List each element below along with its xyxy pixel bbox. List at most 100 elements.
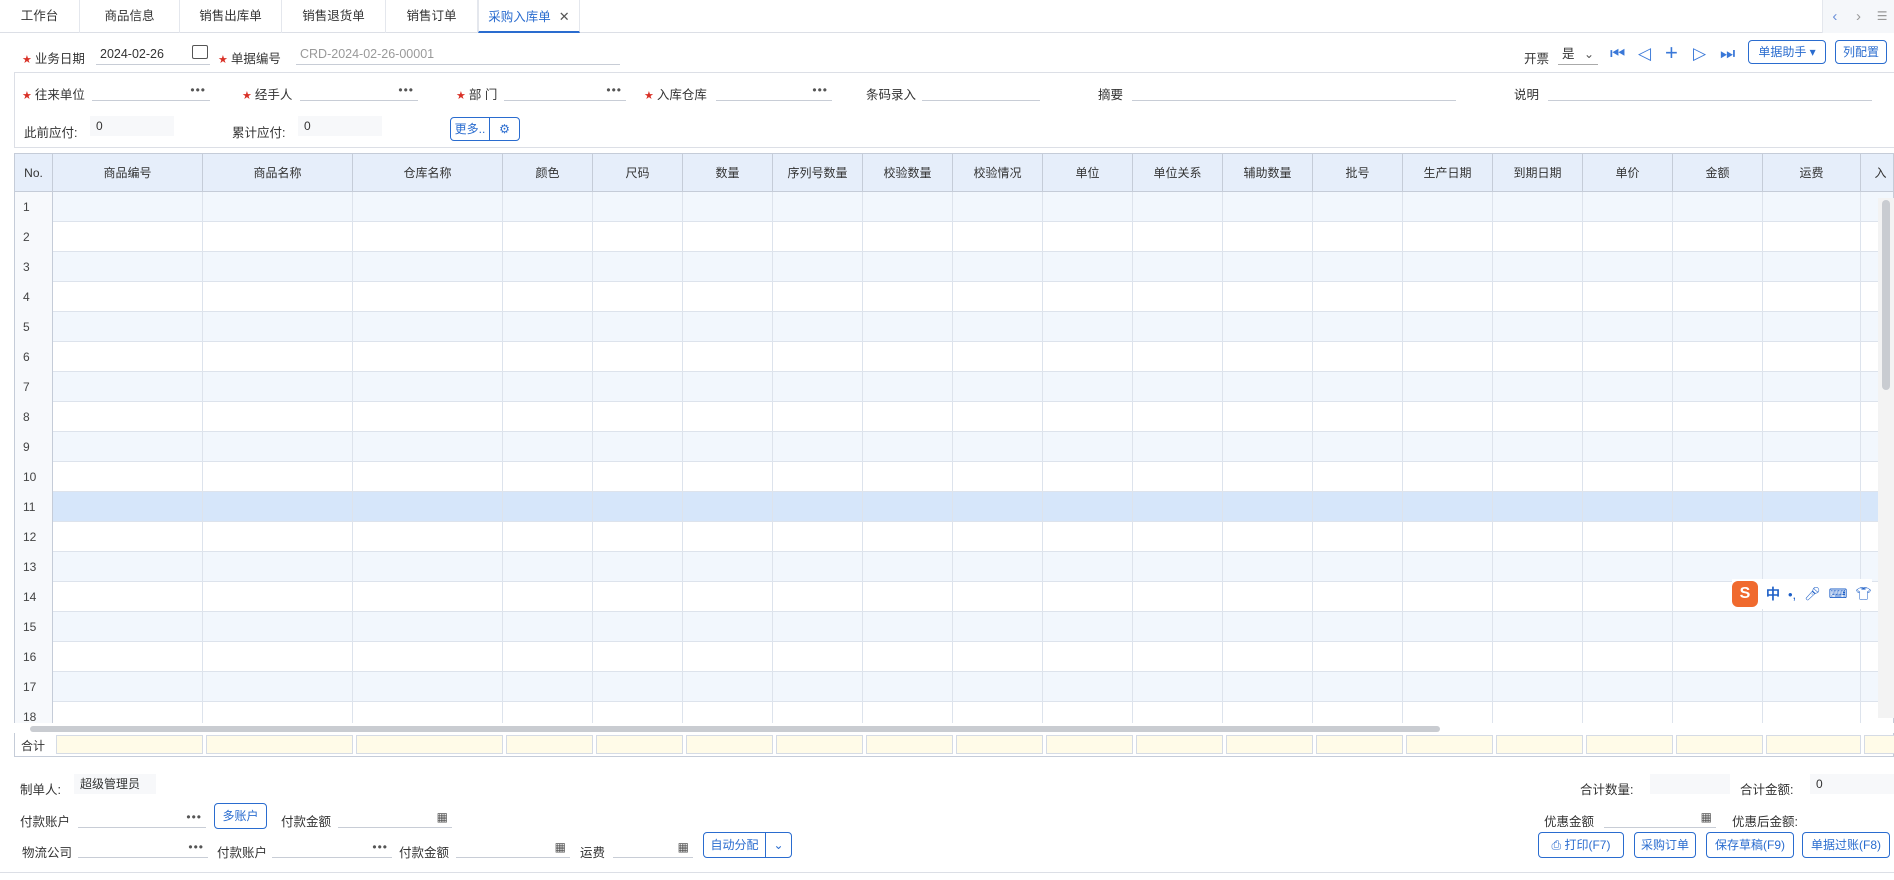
pay-amount-input[interactable]: ▦ bbox=[338, 806, 452, 828]
table-row[interactable]: 2 bbox=[15, 222, 1893, 252]
columns-config-button[interactable]: 列配置 bbox=[1835, 40, 1887, 64]
column-header[interactable]: 商品编号 bbox=[53, 154, 203, 192]
more-icon[interactable]: ••• bbox=[190, 79, 206, 101]
freight-input[interactable]: ▦ bbox=[613, 836, 693, 858]
keyboard-icon[interactable]: ⌨ bbox=[1829, 586, 1848, 602]
more-button[interactable]: 更多.. bbox=[450, 117, 490, 141]
tab-sales-order[interactable]: 销售订单 bbox=[386, 0, 478, 33]
column-header[interactable]: 校验情况 bbox=[953, 154, 1043, 192]
column-header[interactable]: 仓库名称 bbox=[353, 154, 503, 192]
dept-input[interactable]: ••• bbox=[504, 79, 626, 101]
multi-account-button[interactable]: 多账户 bbox=[214, 803, 267, 829]
barcode-input[interactable] bbox=[922, 79, 1040, 101]
pay-account-input[interactable]: ••• bbox=[78, 806, 206, 828]
vertical-scrollbar[interactable] bbox=[1878, 198, 1894, 718]
last-record-icon[interactable]: ⏭ bbox=[1720, 44, 1735, 64]
calculator-icon[interactable]: ▦ bbox=[1701, 806, 1712, 828]
column-header[interactable]: 批号 bbox=[1313, 154, 1403, 192]
prev-record-icon[interactable]: ◁ bbox=[1638, 44, 1651, 64]
more-icon[interactable]: ••• bbox=[372, 836, 388, 858]
column-header[interactable]: 金额 bbox=[1673, 154, 1763, 192]
column-header[interactable]: 运费 bbox=[1763, 154, 1861, 192]
table-row[interactable]: 3 bbox=[15, 252, 1893, 282]
gear-icon[interactable]: ⚙ bbox=[489, 117, 520, 141]
table-row[interactable]: 13 bbox=[15, 552, 1893, 582]
ime-toolbar[interactable]: S 中 •, 🎤︎ ⌨ 👕︎ bbox=[1732, 579, 1872, 609]
auto-allocate-button[interactable]: 自动分配 bbox=[703, 832, 766, 858]
tab-sales-return[interactable]: 销售退货单 bbox=[282, 0, 386, 33]
skin-icon[interactable]: 👕︎ bbox=[1855, 586, 1872, 602]
column-header[interactable]: 到期日期 bbox=[1493, 154, 1583, 192]
chevron-right-icon[interactable]: › bbox=[1847, 0, 1871, 33]
table-row[interactable]: 7 bbox=[15, 372, 1893, 402]
calculator-icon[interactable]: ▦ bbox=[437, 806, 448, 828]
ime-lang[interactable]: 中 bbox=[1766, 584, 1780, 604]
table-row[interactable]: 6 bbox=[15, 342, 1893, 372]
table-row[interactable]: 8 bbox=[15, 402, 1893, 432]
tab-workbench[interactable]: 工作台 bbox=[0, 0, 80, 33]
calendar-icon[interactable] bbox=[192, 45, 208, 59]
pay-amount2-input[interactable]: ▦ bbox=[456, 836, 570, 858]
more-icon[interactable]: ••• bbox=[186, 806, 202, 828]
table-row[interactable]: 9 bbox=[15, 432, 1893, 462]
logistics-input[interactable]: ••• bbox=[78, 836, 208, 858]
purchase-order-button[interactable]: 采购订单 bbox=[1634, 832, 1696, 858]
tab-purchase-inbound[interactable]: 采购入库单 ✕ bbox=[478, 0, 580, 33]
column-header[interactable]: 单位关系 bbox=[1133, 154, 1223, 192]
next-record-icon[interactable]: ▷ bbox=[1693, 44, 1706, 64]
summary-input[interactable] bbox=[1132, 79, 1456, 101]
horizontal-scrollbar[interactable] bbox=[14, 723, 1894, 733]
handler-input[interactable]: ••• bbox=[300, 79, 418, 101]
remark-input[interactable] bbox=[1548, 79, 1872, 101]
column-header[interactable]: 辅助数量 bbox=[1223, 154, 1313, 192]
column-header[interactable]: 尺码 bbox=[593, 154, 683, 192]
punctuation-icon[interactable]: •, bbox=[1788, 587, 1796, 602]
save-draft-button[interactable]: 保存草稿(F9) bbox=[1706, 832, 1794, 858]
more-icon[interactable]: ••• bbox=[188, 836, 204, 858]
add-record-icon[interactable]: + bbox=[1665, 42, 1678, 64]
first-record-icon[interactable]: ⏮ bbox=[1610, 44, 1625, 64]
warehouse-input[interactable]: ••• bbox=[716, 79, 832, 101]
pay-account2-input[interactable]: ••• bbox=[272, 836, 392, 858]
calculator-icon[interactable]: ▦ bbox=[555, 836, 566, 858]
table-row[interactable]: 10 bbox=[15, 462, 1893, 492]
table-row[interactable]: 16 bbox=[15, 642, 1893, 672]
scrollbar-thumb[interactable] bbox=[30, 726, 1440, 732]
column-header[interactable]: 单位 bbox=[1043, 154, 1133, 192]
doc-no-input[interactable]: CRD-2024-02-26-00001 bbox=[296, 43, 620, 65]
more-icon[interactable]: ••• bbox=[606, 79, 622, 101]
table-row[interactable]: 1 bbox=[15, 192, 1893, 222]
table-row[interactable]: 4 bbox=[15, 282, 1893, 312]
discount-amount-input[interactable]: ▦ bbox=[1604, 806, 1716, 828]
post-button[interactable]: 单据过账(F8) bbox=[1802, 832, 1890, 858]
chevron-down-icon[interactable]: ⌄ bbox=[765, 832, 792, 858]
column-header[interactable]: 入 bbox=[1861, 154, 1893, 192]
tab-sales-outbound[interactable]: 销售出库单 bbox=[180, 0, 282, 33]
column-header[interactable]: 生产日期 bbox=[1403, 154, 1493, 192]
scrollbar-thumb[interactable] bbox=[1882, 200, 1890, 390]
calculator-icon[interactable]: ▦ bbox=[678, 836, 689, 858]
table-row[interactable]: 5 bbox=[15, 312, 1893, 342]
table-row[interactable]: 11 bbox=[15, 492, 1893, 522]
column-header[interactable]: 颜色 bbox=[503, 154, 593, 192]
microphone-icon[interactable]: 🎤︎ bbox=[1804, 586, 1821, 602]
print-button[interactable]: ⎙ 打印(F7) bbox=[1538, 832, 1624, 858]
table-row[interactable]: 14 bbox=[15, 582, 1893, 612]
column-header[interactable]: 校验数量 bbox=[863, 154, 953, 192]
sogou-logo-icon[interactable]: S bbox=[1732, 581, 1758, 607]
chevron-left-icon[interactable]: ‹ bbox=[1823, 0, 1847, 33]
table-row[interactable]: 17 bbox=[15, 672, 1893, 702]
column-header[interactable]: 数量 bbox=[683, 154, 773, 192]
table-row[interactable]: 15 bbox=[15, 612, 1893, 642]
invoice-select[interactable]: 是 ⌄ bbox=[1558, 43, 1598, 65]
assistant-button[interactable]: 单据助手 ▾ bbox=[1748, 40, 1826, 64]
more-icon[interactable]: ••• bbox=[812, 79, 828, 101]
list-icon[interactable]: ☰ bbox=[1870, 0, 1894, 33]
table-row[interactable]: 12 bbox=[15, 522, 1893, 552]
column-header[interactable]: 单价 bbox=[1583, 154, 1673, 192]
partner-input[interactable]: ••• bbox=[92, 79, 210, 101]
close-icon[interactable]: ✕ bbox=[559, 9, 570, 24]
more-icon[interactable]: ••• bbox=[398, 79, 414, 101]
column-header[interactable]: 商品名称 bbox=[203, 154, 353, 192]
column-header[interactable]: 序列号数量 bbox=[773, 154, 863, 192]
